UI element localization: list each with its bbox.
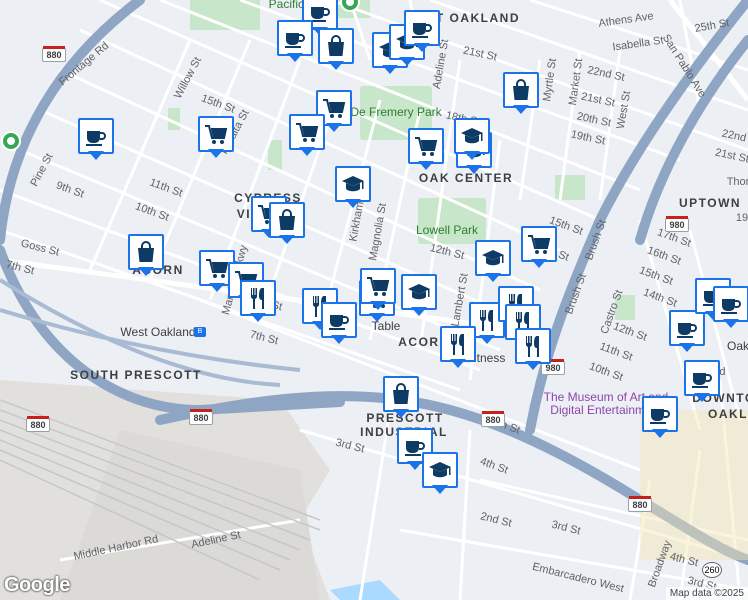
- marker-pointer: [299, 147, 315, 156]
- marker-pointer: [466, 165, 482, 174]
- education-icon: [335, 166, 371, 202]
- cafe-icon: [642, 396, 678, 432]
- marker-pointer: [450, 359, 466, 368]
- marker-pointer: [345, 199, 361, 208]
- cafe-icon: [321, 302, 357, 338]
- map-marker-shopping[interactable]: [318, 28, 354, 72]
- map-marker-shopping[interactable]: [269, 202, 305, 246]
- cafe-icon: [684, 360, 720, 396]
- shopping-icon: [503, 72, 539, 108]
- shopping-icon: [318, 28, 354, 64]
- marker-pointer: [531, 259, 547, 268]
- marker-pointer: [485, 273, 501, 282]
- marker-pointer: [138, 267, 154, 276]
- map-marker-education[interactable]: [475, 240, 511, 284]
- marker-pointer: [407, 461, 423, 470]
- highway-shield: 980: [665, 216, 689, 232]
- highway-shield: 880: [42, 46, 66, 62]
- highway-shield: 880: [481, 411, 505, 427]
- map-marker-cafe[interactable]: [321, 302, 357, 346]
- marker-pointer: [393, 409, 409, 418]
- map-marker-education[interactable]: [422, 452, 458, 496]
- shopping-icon: [269, 202, 305, 238]
- map-marker-education[interactable]: [335, 166, 371, 210]
- map-marker-grocery[interactable]: [289, 114, 325, 158]
- marker-pointer: [370, 301, 386, 310]
- map-marker-cafe[interactable]: [713, 286, 748, 330]
- marker-pointer: [88, 151, 104, 160]
- map-marker-education[interactable]: [454, 118, 490, 162]
- grocery-icon: [521, 226, 557, 262]
- marker-pointer: [369, 313, 385, 322]
- marker-pointer: [479, 335, 495, 344]
- google-logo: Google: [4, 574, 70, 596]
- education-icon: [401, 274, 437, 310]
- marker-pointer: [525, 361, 541, 370]
- route-shield: 260: [702, 562, 722, 578]
- grocery-icon: [408, 128, 444, 164]
- cafe-icon: [404, 10, 440, 46]
- marker-pointer: [418, 161, 434, 170]
- map-marker-restaurant[interactable]: [440, 326, 476, 370]
- shopping-icon: [383, 376, 419, 412]
- highway-shield: 880: [628, 496, 652, 512]
- marker-pointer: [326, 123, 342, 132]
- marker-pointer: [250, 313, 266, 322]
- highway-shield: 880: [26, 416, 50, 432]
- cafe-icon: [713, 286, 748, 322]
- highway-shield: 880: [189, 409, 213, 425]
- map-marker-cafe[interactable]: [404, 10, 440, 54]
- restaurant-icon: [515, 328, 551, 364]
- map-marker-shopping[interactable]: [128, 234, 164, 278]
- marker-pointer: [432, 485, 448, 494]
- map-marker-grocery[interactable]: [198, 116, 234, 160]
- grocery-icon: [360, 268, 396, 304]
- map-marker-shopping[interactable]: [383, 376, 419, 420]
- map-marker-cafe[interactable]: [642, 396, 678, 440]
- marker-pointer: [411, 307, 427, 316]
- marker-pointer: [414, 43, 430, 52]
- map-marker-shopping[interactable]: [503, 72, 539, 116]
- map-marker-grocery[interactable]: [360, 268, 396, 312]
- restaurant-icon: [440, 326, 476, 362]
- marker-pointer: [208, 149, 224, 158]
- map-marker-restaurant[interactable]: [515, 328, 551, 372]
- map-attribution[interactable]: Map data ©2025: [665, 587, 748, 600]
- grocery-icon: [198, 116, 234, 152]
- map-marker-grocery[interactable]: [521, 226, 557, 270]
- marker-pointer: [399, 57, 415, 66]
- map-marker-grocery[interactable]: [408, 128, 444, 172]
- marker-pointer: [279, 235, 295, 244]
- marker-pointer: [287, 53, 303, 62]
- marker-pointer: [679, 343, 695, 352]
- map-canvas[interactable]: WEST OAKLAND Athens Ave 25th St Isabella…: [0, 0, 748, 600]
- shopping-icon: [128, 234, 164, 270]
- education-icon: [454, 118, 490, 154]
- education-icon: [422, 452, 458, 488]
- marker-pointer: [209, 283, 225, 292]
- map-marker-cafe[interactable]: [684, 360, 720, 404]
- transit-station-icon[interactable]: [1, 131, 21, 151]
- cafe-icon: [78, 118, 114, 154]
- marker-pointer: [328, 61, 344, 70]
- grocery-icon: [289, 114, 325, 150]
- education-icon: [475, 240, 511, 276]
- marker-pointer: [513, 105, 529, 114]
- map-marker-cafe[interactable]: [78, 118, 114, 162]
- cafe-icon: [277, 20, 313, 56]
- marker-pointer: [464, 151, 480, 160]
- marker-pointer: [723, 319, 739, 328]
- bart-icon: B: [194, 327, 206, 337]
- map-marker-education[interactable]: [401, 274, 437, 318]
- marker-pointer: [331, 335, 347, 344]
- restaurant-icon: [240, 280, 276, 316]
- map-marker-cafe[interactable]: [277, 20, 313, 64]
- marker-pointer: [694, 393, 710, 402]
- map-marker-restaurant[interactable]: [240, 280, 276, 324]
- marker-pointer: [652, 429, 668, 438]
